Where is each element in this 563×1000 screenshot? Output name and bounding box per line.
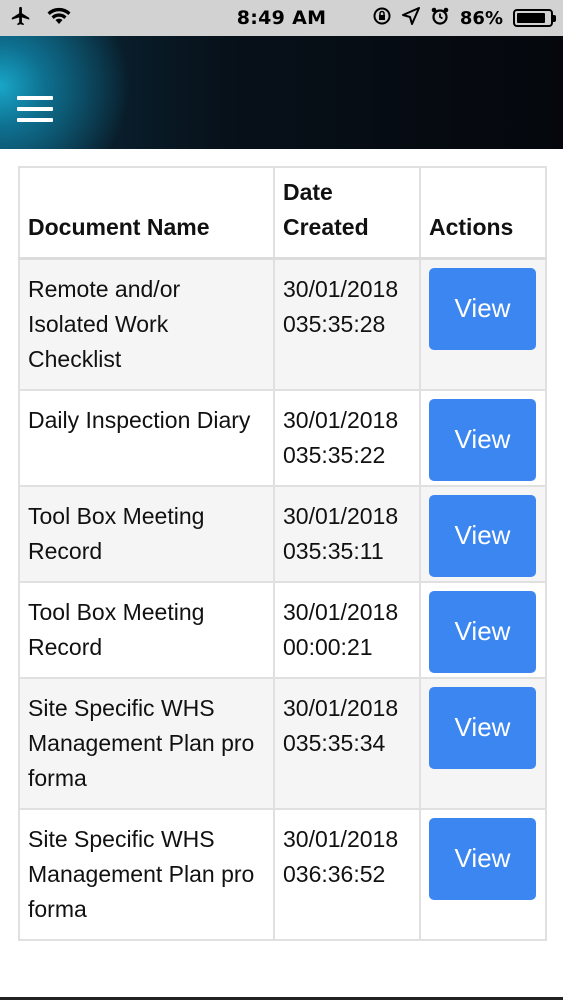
column-header-actions: Actions — [419, 166, 547, 260]
document-name-cell: Daily Inspection Diary — [18, 388, 275, 487]
actions-cell: View — [419, 676, 547, 810]
battery-icon — [513, 9, 556, 27]
actions-cell: View — [419, 580, 547, 679]
date-text: 30/01/2018 — [283, 825, 399, 852]
location-arrow-icon — [401, 6, 420, 30]
document-name-cell: Tool Box Meeting Record — [18, 580, 275, 679]
alarm-icon — [430, 6, 450, 31]
table-row: Tool Box Meeting Record 30/01/2018 00:00:… — [18, 580, 547, 679]
actions-cell: View — [419, 807, 547, 941]
table-row: Site Specific WHS Management Plan pro fo… — [18, 807, 547, 941]
date-text: 30/01/2018 — [283, 502, 399, 529]
document-name-cell: Tool Box Meeting Record — [18, 484, 275, 583]
column-header-document-name: Document Name — [18, 166, 275, 260]
view-button[interactable]: View — [429, 590, 536, 673]
table-header-row: Document Name Date Created Actions — [18, 166, 547, 260]
column-header-date-created: Date Created — [273, 166, 421, 260]
app-header — [0, 36, 563, 149]
battery-percentage: 86% — [459, 7, 503, 29]
time-text: 035:35:22 — [283, 441, 386, 468]
date-text: 30/01/2018 — [283, 694, 399, 721]
date-text: 30/01/2018 — [283, 275, 399, 302]
time-text: 035:35:11 — [283, 537, 384, 564]
view-button[interactable]: View — [429, 398, 536, 481]
view-button[interactable]: View — [429, 817, 536, 900]
date-created-cell: 30/01/2018 035:35:28 — [273, 257, 421, 391]
time-text: 035:35:34 — [283, 729, 386, 756]
actions-cell: View — [419, 257, 547, 391]
table-row: Site Specific WHS Management Plan pro fo… — [18, 676, 547, 810]
view-button[interactable]: View — [429, 686, 536, 769]
table-row: Daily Inspection Diary 30/01/2018 035:35:… — [18, 388, 547, 487]
document-name-cell: Site Specific WHS Management Plan pro fo… — [18, 807, 275, 941]
date-text: 30/01/2018 — [283, 406, 399, 433]
time-text: 035:35:28 — [283, 310, 386, 337]
date-created-cell: 30/01/2018 035:35:11 — [273, 484, 421, 583]
date-created-cell: 30/01/2018 035:35:34 — [273, 676, 421, 810]
status-bar: 8:49 AM 86% — [0, 0, 563, 36]
date-created-cell: 30/01/2018 035:35:22 — [273, 388, 421, 487]
date-created-cell: 30/01/2018 036:36:52 — [273, 807, 421, 941]
actions-cell: View — [419, 484, 547, 583]
document-name-cell: Remote and/or Isolated Work Checklist — [18, 257, 275, 391]
time-text: 00:00:21 — [283, 633, 373, 660]
hamburger-menu-icon[interactable] — [17, 96, 53, 122]
documents-table: Document Name Date Created Actions Remot… — [18, 166, 547, 941]
orientation-lock-icon — [372, 6, 392, 31]
document-name-cell: Site Specific WHS Management Plan pro fo… — [18, 676, 275, 810]
table-row: Tool Box Meeting Record 30/01/2018 035:35… — [18, 484, 547, 583]
table-row: Remote and/or Isolated Work Checklist 30… — [18, 257, 547, 391]
date-text: 30/01/2018 — [283, 598, 399, 625]
actions-cell: View — [419, 388, 547, 487]
time-text: 036:36:52 — [283, 860, 386, 887]
view-button[interactable]: View — [429, 494, 536, 577]
view-button[interactable]: View — [429, 267, 536, 350]
date-created-cell: 30/01/2018 00:00:21 — [273, 580, 421, 679]
